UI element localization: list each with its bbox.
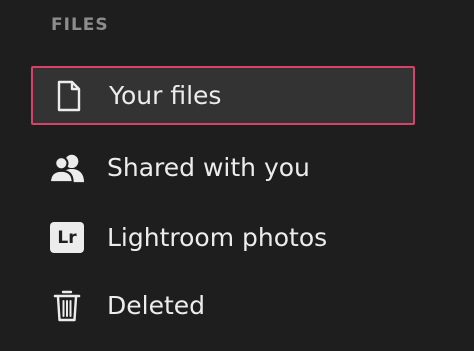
files-panel: FILES Your files Shared with you Lr Ligh… (0, 0, 474, 351)
nav-item-your-files[interactable]: Your files (31, 66, 415, 125)
nav-item-label: Deleted (107, 290, 206, 320)
nav-item-label: Shared with you (107, 152, 310, 182)
trash-icon (50, 289, 84, 323)
section-heading: FILES (51, 15, 109, 35)
nav-item-deleted[interactable]: Deleted (31, 276, 415, 335)
lightroom-badge: Lr (50, 222, 84, 253)
nav-item-lightroom-photos[interactable]: Lr Lightroom photos (31, 208, 415, 267)
nav-item-shared-with-you[interactable]: Shared with you (31, 138, 415, 197)
nav-item-label: Your files (109, 80, 222, 110)
nav-item-label: Lightroom photos (107, 222, 328, 252)
people-icon (50, 151, 84, 185)
lightroom-icon: Lr (50, 221, 84, 255)
file-icon (52, 79, 86, 113)
